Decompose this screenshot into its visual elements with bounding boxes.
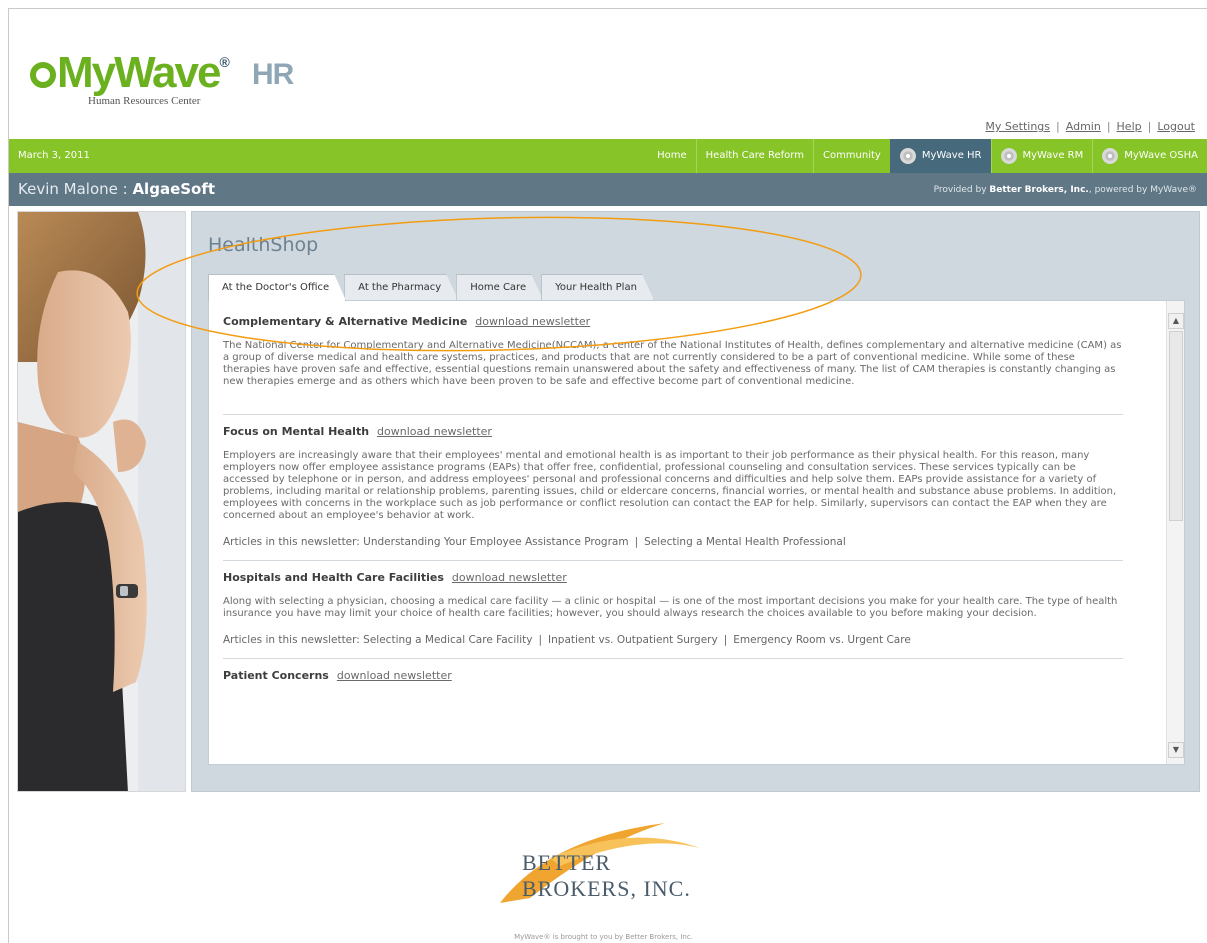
- article-link[interactable]: Selecting a Mental Health Professional: [644, 536, 846, 548]
- download-newsletter-link[interactable]: download newsletter: [337, 669, 452, 682]
- article-link[interactable]: Understanding Your Employee Assistance P…: [363, 536, 628, 548]
- nav-mywave-rm-label: MyWave RM: [1022, 150, 1084, 161]
- newsletter-section: Patient Concerns download newsletter: [223, 669, 1123, 706]
- mywave-hr-logo[interactable]: MyWave® HR Human Resources Center: [30, 48, 294, 110]
- scrollbar-thumb[interactable]: [1169, 331, 1183, 521]
- logo-line-1: BETTER: [522, 850, 612, 875]
- nav-mywave-osha-label: MyWave OSHA: [1124, 150, 1198, 161]
- section-heading: Complementary & Alternative Medicine down…: [223, 315, 1123, 328]
- newsletter-section: Complementary & Alternative Medicine down…: [223, 315, 1123, 415]
- logo-line-2: BROKERS, INC.: [522, 876, 691, 901]
- nav-health-care-reform[interactable]: Health Care Reform: [695, 139, 813, 173]
- provided-by: Provided by Better Brokers, Inc., powere…: [933, 185, 1197, 195]
- nav-community[interactable]: Community: [812, 139, 890, 173]
- logo-wordmark: MyWave®: [30, 48, 230, 98]
- healthshop-panel: HealthShop At the Doctor's Office At the…: [191, 211, 1200, 792]
- article-link[interactable]: Selecting a Medical Care Facility: [363, 634, 532, 646]
- newsletter-list[interactable]: Complementary & Alternative Medicine down…: [209, 301, 1167, 764]
- help-link[interactable]: Help: [1117, 120, 1142, 133]
- side-photo: [17, 211, 186, 792]
- triangle-up-icon[interactable]: ▲: [1168, 313, 1184, 329]
- user-bar: Kevin Malone : AlgaeSoft Provided by Bet…: [9, 173, 1207, 206]
- nav-mywave-osha[interactable]: MyWave OSHA: [1092, 139, 1207, 173]
- section-title: Patient Concerns: [223, 669, 329, 682]
- my-settings-link[interactable]: My Settings: [985, 120, 1050, 133]
- logout-link[interactable]: Logout: [1157, 120, 1195, 133]
- logo-registered-mark: ®: [219, 54, 230, 70]
- user-name: Kevin Malone: [18, 180, 118, 198]
- logo-subtitle: Human Resources Center: [88, 95, 201, 107]
- section-title: Focus on Mental Health: [223, 425, 370, 438]
- download-newsletter-link[interactable]: download newsletter: [452, 571, 567, 584]
- footer-text: MyWave® is brought to you by Better Brok…: [514, 933, 693, 941]
- section-body: Employers are increasingly aware that th…: [223, 450, 1117, 521]
- section-heading: Focus on Mental Health download newslette…: [223, 425, 1123, 438]
- tab-at-the-pharmacy[interactable]: At the Pharmacy: [344, 274, 458, 300]
- user-info: Kevin Malone : AlgaeSoft: [18, 180, 216, 198]
- nav-mywave-hr-label: MyWave HR: [921, 150, 982, 161]
- admin-link[interactable]: Admin: [1066, 120, 1101, 133]
- provider-name: Better Brokers, Inc.: [989, 185, 1089, 195]
- section-title: Hospitals and Health Care Facilities: [223, 571, 444, 584]
- logo-suffix: HR: [252, 58, 294, 91]
- woman-thinking-image: [18, 212, 185, 791]
- company-name: AlgaeSoft: [132, 180, 216, 198]
- nav-home[interactable]: Home: [648, 139, 696, 173]
- article-link[interactable]: Inpatient vs. Outpatient Surgery: [548, 634, 718, 646]
- utility-links: My Settings | Admin | Help | Logout: [985, 120, 1195, 133]
- section-heading: Hospitals and Health Care Facilities down…: [223, 571, 1123, 584]
- page-title: HealthShop: [208, 234, 319, 256]
- vertical-scrollbar[interactable]: ▲ ▼: [1166, 301, 1184, 764]
- newsletter-section: Focus on Mental Health download newslette…: [223, 425, 1123, 561]
- mywave-circle-icon: [1000, 148, 1017, 164]
- logo-circle-icon: [30, 62, 56, 88]
- article-link[interactable]: Emergency Room vs. Urgent Care: [733, 634, 911, 646]
- tab-content: Complementary & Alternative Medicine down…: [208, 300, 1185, 765]
- nav-mywave-rm[interactable]: MyWave RM: [990, 139, 1093, 173]
- current-date: March 3, 2011: [18, 150, 90, 161]
- section-heading: Patient Concerns download newsletter: [223, 669, 1123, 682]
- triangle-down-icon[interactable]: ▼: [1168, 742, 1184, 758]
- mywave-circle-icon: [1102, 148, 1119, 164]
- section-body: Along with selecting a physician, choosi…: [223, 596, 1118, 619]
- tab-at-the-doctors-office[interactable]: At the Doctor's Office: [208, 274, 346, 301]
- section-body: The National Center for Complementary an…: [223, 340, 1122, 387]
- main-nav-bar: March 3, 2011 Home Health Care Reform Co…: [9, 139, 1207, 173]
- healthshop-tabs: At the Doctor's Office At the Pharmacy H…: [208, 274, 652, 300]
- tab-your-health-plan[interactable]: Your Health Plan: [541, 274, 654, 300]
- download-newsletter-link[interactable]: download newsletter: [475, 315, 590, 328]
- download-newsletter-link[interactable]: download newsletter: [377, 425, 492, 438]
- articles-list: Articles in this newsletter: Understandi…: [223, 536, 846, 548]
- articles-list: Articles in this newsletter: Selecting a…: [223, 634, 911, 646]
- newsletter-section: Hospitals and Health Care Facilities down…: [223, 571, 1123, 659]
- nav-items: Home Health Care Reform Community MyWave…: [648, 139, 1207, 173]
- section-title: Complementary & Alternative Medicine: [223, 315, 468, 328]
- mywave-circle-icon: [899, 148, 916, 164]
- nav-mywave-hr[interactable]: MyWave HR: [889, 139, 991, 173]
- logo-text: MyWave: [57, 48, 221, 97]
- tab-home-care[interactable]: Home Care: [456, 274, 543, 300]
- better-brokers-logo: BETTER BROKERS, INC.: [490, 818, 730, 918]
